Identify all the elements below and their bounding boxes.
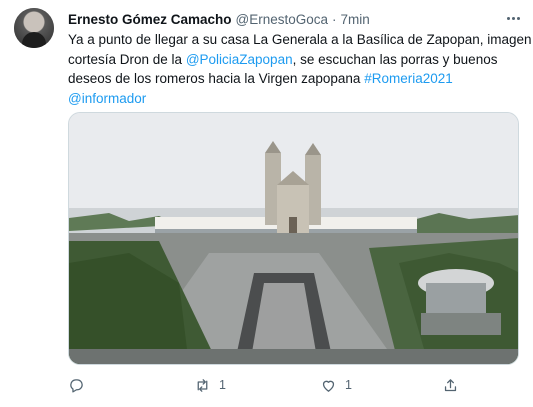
retweet-count: 1 bbox=[219, 378, 226, 392]
tweet-header: Ernesto Gómez Camacho @ErnestoGoca · 7mi… bbox=[68, 9, 370, 29]
reply-icon bbox=[70, 378, 83, 393]
tweet-actions: 1 1 bbox=[68, 374, 528, 396]
like-button[interactable]: 1 bbox=[320, 374, 352, 396]
retweet-icon bbox=[197, 378, 208, 392]
tweet-text-segment: , se escuchan las porras y buenos bbox=[292, 51, 498, 67]
avatar[interactable] bbox=[14, 8, 54, 48]
tweet-text-segment: deseos de los romeros hacia la Virgen za… bbox=[68, 71, 365, 86]
author-handle[interactable]: @ErnestoGoca bbox=[236, 12, 329, 27]
like-count: 1 bbox=[345, 378, 352, 392]
separator-dot: · bbox=[332, 11, 337, 27]
share-icon bbox=[444, 378, 457, 391]
tweet-text: Ya a punto de llegar a su casa La Genera… bbox=[68, 30, 532, 109]
basilica-aerial-photo bbox=[69, 113, 518, 364]
more-options-icon[interactable] bbox=[503, 10, 523, 26]
tweet-text-line: deseos de los romeros hacia la Virgen za… bbox=[68, 69, 528, 89]
retweet-button[interactable]: 1 bbox=[194, 374, 226, 396]
share-button[interactable] bbox=[442, 374, 467, 396]
mention-link[interactable]: @PoliciaZapopan bbox=[186, 52, 293, 67]
tweet-text-line: Ya a punto de llegar a su casa La Genera… bbox=[68, 32, 532, 47]
reply-button[interactable] bbox=[68, 374, 93, 396]
mention-link[interactable]: @informador bbox=[68, 91, 146, 106]
like-icon bbox=[322, 380, 335, 392]
tweet-media-photo[interactable] bbox=[68, 112, 519, 365]
author-name[interactable]: Ernesto Gómez Camacho bbox=[68, 12, 232, 27]
tweet-timestamp[interactable]: 7min bbox=[341, 12, 370, 27]
tweet-text-line: cortesía Dron de la @PoliciaZapopan, se … bbox=[68, 50, 528, 70]
hashtag-link[interactable]: #Romeria2021 bbox=[364, 71, 453, 86]
tweet-text-segment: cortesía Dron de la bbox=[68, 51, 186, 67]
tweet[interactable]: Ernesto Gómez Camacho @ErnestoGoca · 7mi… bbox=[0, 0, 533, 407]
tweet-text-line: @informador bbox=[68, 89, 528, 109]
